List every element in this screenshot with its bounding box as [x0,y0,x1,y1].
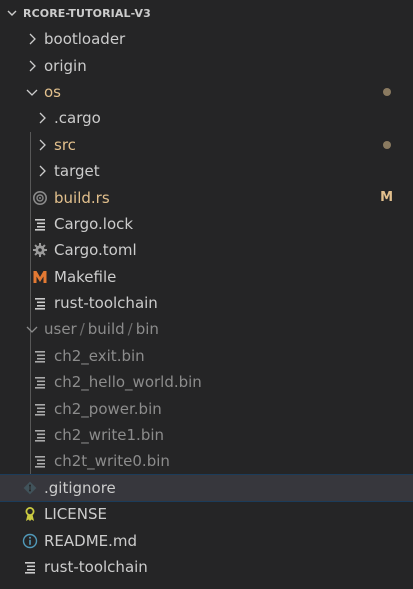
explorer-section-header[interactable]: RCORE-TUTORIAL-V3 [0,0,413,26]
chevron-right-icon[interactable] [24,31,40,47]
file-label: ch2_hello_world.bin [54,373,202,392]
folder-label: origin [44,56,87,75]
file-label: .gitignore [44,478,116,497]
tree-file-build-rs[interactable]: build.rs M [0,184,413,210]
tree-file-rust-toolchain-root[interactable]: rust-toolchain [0,554,413,580]
chevron-right-icon[interactable] [24,58,40,74]
file-tree: bootloader origin os .cargo src target b… [0,26,413,580]
text-file-icon [32,295,48,311]
text-file-icon [32,348,48,364]
chevron-down-icon[interactable] [24,84,40,100]
gear-icon [32,242,48,258]
tree-folder-bootloader[interactable]: bootloader [0,26,413,52]
modified-dot-icon [383,87,391,96]
workspace-title: RCORE-TUTORIAL-V3 [23,6,151,20]
tree-folder-user-build-bin[interactable]: user / build / bin [0,316,413,342]
file-explorer: RCORE-TUTORIAL-V3 bootloader origin os .… [0,0,413,589]
tree-file-rust-toolchain[interactable]: rust-toolchain [0,290,413,316]
file-label: Cargo.toml [54,241,137,260]
tree-file-ch2-exit[interactable]: ch2_exit.bin [0,343,413,369]
file-label: README.md [44,531,138,550]
path-segment: user [44,320,77,339]
tree-file-ch2-write1[interactable]: ch2_write1.bin [0,422,413,448]
tree-file-ch2-power[interactable]: ch2_power.bin [0,395,413,421]
tree-folder-origin[interactable]: origin [0,52,413,78]
text-file-icon [32,427,48,443]
tree-folder-os[interactable]: os [0,79,413,105]
file-label: rust-toolchain [44,558,148,576]
folder-label: user / build / bin [44,320,159,338]
tree-file-ch2-hello-world[interactable]: ch2_hello_world.bin [0,369,413,395]
chevron-down-icon[interactable] [5,6,19,20]
text-file-icon [32,401,48,417]
text-file-icon [22,559,38,575]
tree-file-readme[interactable]: README.md [0,527,413,553]
path-segment: bin [135,320,159,339]
path-separator: / [127,320,133,339]
makefile-icon [32,269,48,285]
folder-label: src [54,135,76,154]
folder-label: bootloader [44,30,126,49]
file-label: build.rs [54,188,110,207]
tree-folder-target[interactable]: target [0,158,413,184]
path-segment: build [87,320,125,339]
text-file-icon [32,453,48,469]
file-label: LICENSE [44,505,107,524]
git-status-badge: M [380,190,393,206]
tree-file-cargo-toml[interactable]: Cargo.toml [0,237,413,263]
git-icon [22,480,38,496]
tree-file-makefile[interactable]: Makefile [0,264,413,290]
tree-file-ch2t-write0[interactable]: ch2t_write0.bin [0,448,413,474]
chevron-right-icon[interactable] [34,110,50,126]
tree-file-license[interactable]: LICENSE [0,501,413,527]
rust-file-icon [32,190,48,206]
file-label: ch2_power.bin [54,399,162,418]
file-label: Makefile [54,267,117,286]
tree-folder-src[interactable]: src [0,132,413,158]
license-icon [22,506,38,522]
tree-file-gitignore[interactable]: .gitignore [0,473,413,503]
chevron-down-icon[interactable] [24,321,40,337]
chevron-right-icon[interactable] [34,137,50,153]
file-label: ch2t_write0.bin [54,452,170,471]
folder-label: target [54,162,100,181]
info-icon [22,533,38,549]
folder-label: os [44,82,61,101]
folder-label: .cargo [54,109,101,128]
file-label: Cargo.lock [54,214,134,233]
tree-folder-cargo[interactable]: .cargo [0,105,413,131]
chevron-right-icon[interactable] [34,163,50,179]
file-label: rust-toolchain [54,294,158,313]
tree-file-cargo-lock[interactable]: Cargo.lock [0,211,413,237]
path-separator: / [79,320,85,339]
text-file-icon [32,374,48,390]
file-label: ch2_write1.bin [54,426,165,445]
file-label: ch2_exit.bin [54,346,145,365]
modified-dot-icon [383,140,391,149]
text-file-icon [32,216,48,232]
